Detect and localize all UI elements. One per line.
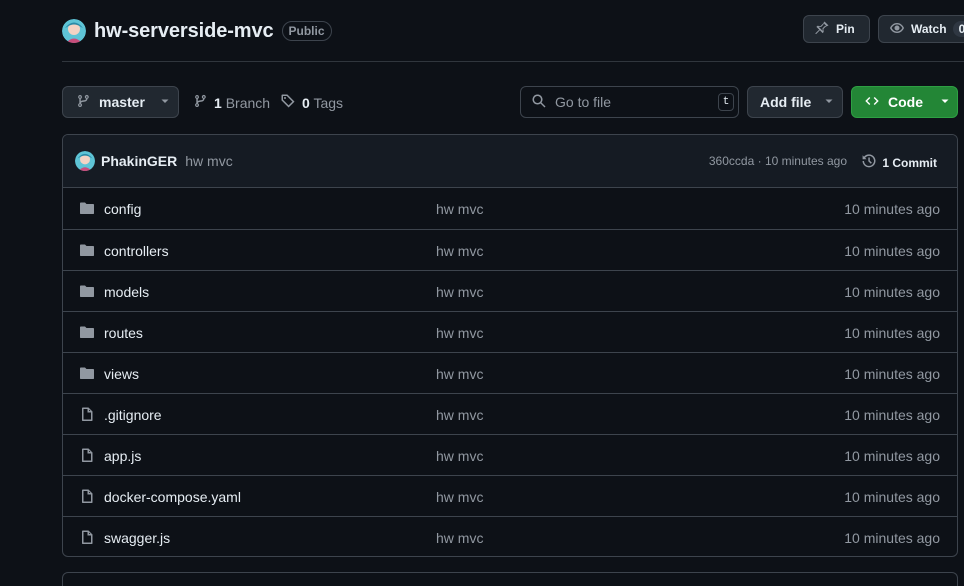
- tags-link[interactable]: 0 Tags: [280, 93, 343, 112]
- pin-icon: [814, 20, 830, 39]
- chevron-down-icon: [157, 93, 173, 112]
- branch-name: master: [99, 94, 145, 110]
- pin-button[interactable]: Pin: [803, 15, 870, 43]
- repo-name[interactable]: hw-serverside-mvc: [94, 20, 274, 43]
- file-icon: [79, 488, 95, 504]
- branch-label: Branch: [225, 94, 271, 111]
- watch-count: 0: [952, 21, 964, 37]
- branch-select-button[interactable]: master: [62, 86, 179, 118]
- file-row[interactable]: docker-compose.yaml hw mvc 10 minutes ago: [63, 475, 957, 516]
- owner-avatar[interactable]: [62, 19, 86, 43]
- commit-count-label: 1 Commit: [882, 155, 937, 170]
- file-name[interactable]: models: [104, 284, 149, 300]
- file-name[interactable]: views: [104, 366, 139, 382]
- file-row[interactable]: config hw mvc 10 minutes ago: [63, 188, 957, 229]
- go-to-file-search[interactable]: t: [520, 86, 739, 118]
- add-file-button[interactable]: Add file: [747, 86, 843, 118]
- folder-icon: [79, 242, 95, 258]
- folder-icon: [79, 283, 95, 299]
- file-row[interactable]: controllers hw mvc 10 minutes ago: [63, 229, 957, 270]
- file-row[interactable]: .gitignore hw mvc 10 minutes ago: [63, 393, 957, 434]
- history-icon: [861, 153, 877, 172]
- file-commit-message[interactable]: hw mvc: [436, 284, 483, 300]
- file-commit-time: 10 minutes ago: [844, 407, 940, 423]
- readme-box: [62, 572, 958, 586]
- search-input[interactable]: [555, 94, 705, 110]
- tag-label: Tags: [313, 94, 344, 111]
- file-name[interactable]: .gitignore: [104, 407, 162, 423]
- file-row[interactable]: routes hw mvc 10 minutes ago: [63, 311, 957, 352]
- file-commit-time: 10 minutes ago: [844, 366, 940, 382]
- file-commit-message[interactable]: hw mvc: [436, 407, 483, 423]
- file-icon: [79, 406, 95, 422]
- eye-icon: [889, 20, 905, 39]
- header-divider: [62, 61, 964, 62]
- file-name[interactable]: docker-compose.yaml: [104, 489, 241, 505]
- commit-author[interactable]: PhakinGER: [101, 153, 177, 169]
- latest-commit-bar: PhakinGER hw mvc 360ccda · 10 minutes ag…: [63, 135, 957, 188]
- file-commit-message[interactable]: hw mvc: [436, 243, 483, 259]
- folder-icon: [79, 324, 95, 340]
- commit-message[interactable]: hw mvc: [185, 153, 232, 169]
- file-row[interactable]: app.js hw mvc 10 minutes ago: [63, 434, 957, 475]
- file-commit-message[interactable]: hw mvc: [436, 448, 483, 464]
- commit-history-link[interactable]: 1 Commit: [861, 153, 937, 172]
- search-icon: [531, 93, 547, 112]
- watch-label: Watch: [911, 22, 947, 36]
- file-row[interactable]: views hw mvc 10 minutes ago: [63, 352, 957, 393]
- commit-hash-time: 360ccda · 10 minutes ago: [709, 154, 847, 168]
- search-shortcut-key: t: [718, 93, 734, 111]
- code-button[interactable]: Code: [851, 86, 958, 118]
- file-commit-time: 10 minutes ago: [844, 243, 940, 259]
- file-row[interactable]: models hw mvc 10 minutes ago: [63, 270, 957, 311]
- code-label: Code: [888, 94, 923, 110]
- file-name[interactable]: app.js: [104, 448, 141, 464]
- code-icon: [864, 93, 880, 112]
- pin-label: Pin: [836, 22, 855, 36]
- branch-count: 1: [214, 94, 222, 111]
- file-commit-message[interactable]: hw mvc: [436, 201, 483, 217]
- file-commit-message[interactable]: hw mvc: [436, 489, 483, 505]
- add-file-label: Add file: [760, 94, 812, 110]
- file-commit-message[interactable]: hw mvc: [436, 366, 483, 382]
- commit-hash[interactable]: 360ccda: [709, 154, 754, 168]
- file-row[interactable]: swagger.js hw mvc 10 minutes ago: [63, 516, 957, 556]
- folder-icon: [79, 200, 95, 216]
- file-icon: [79, 529, 95, 545]
- file-icon: [79, 447, 95, 463]
- file-name[interactable]: swagger.js: [104, 530, 170, 546]
- file-commit-time: 10 minutes ago: [844, 530, 940, 546]
- file-name[interactable]: routes: [104, 325, 143, 341]
- file-commit-time: 10 minutes ago: [844, 489, 940, 505]
- file-commit-message[interactable]: hw mvc: [436, 530, 483, 546]
- chevron-down-icon: [821, 93, 837, 112]
- commit-time: 10 minutes ago: [764, 154, 847, 168]
- commit-separator: ·: [757, 154, 762, 168]
- file-commit-time: 10 minutes ago: [844, 284, 940, 300]
- file-list-box: PhakinGER hw mvc 360ccda · 10 minutes ag…: [62, 134, 958, 557]
- file-name[interactable]: controllers: [104, 243, 169, 259]
- visibility-badge: Public: [281, 21, 332, 41]
- file-name[interactable]: config: [104, 201, 141, 217]
- file-commit-message[interactable]: hw mvc: [436, 325, 483, 341]
- branch-icon: [192, 93, 208, 112]
- tag-count: 0: [302, 94, 310, 111]
- file-commit-time: 10 minutes ago: [844, 448, 940, 464]
- file-commit-time: 10 minutes ago: [844, 325, 940, 341]
- tag-icon: [280, 93, 296, 112]
- folder-icon: [79, 365, 95, 381]
- author-avatar[interactable]: [75, 151, 95, 171]
- watch-button[interactable]: Watch 0: [878, 15, 964, 43]
- branch-icon: [75, 93, 91, 112]
- branches-link[interactable]: 1 Branch: [192, 93, 270, 112]
- chevron-down-icon: [937, 93, 953, 112]
- file-commit-time: 10 minutes ago: [844, 201, 940, 217]
